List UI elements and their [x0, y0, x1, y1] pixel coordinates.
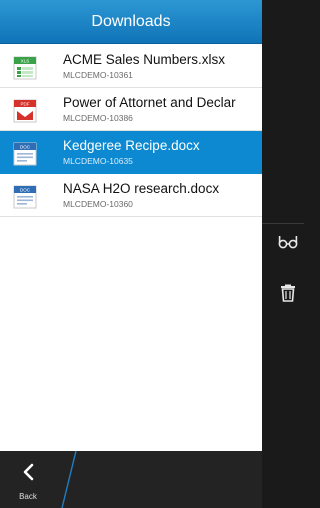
- docx-document-icon: DOC: [13, 142, 37, 166]
- downloads-screen: Downloads XLS ACME Sales Numbers.xlsx ML…: [0, 0, 262, 508]
- list-item[interactable]: DOC NASA H2O research.docx MLCDEMO-10360: [0, 174, 262, 217]
- delete-button[interactable]: [278, 283, 298, 303]
- downloads-list: XLS ACME Sales Numbers.xlsx MLCDEMO-1036…: [0, 45, 262, 217]
- docx-document-icon: DOC: [13, 185, 37, 209]
- file-name: Kedgeree Recipe.docx: [63, 138, 200, 153]
- chevron-left-icon: [23, 463, 34, 481]
- read-button[interactable]: [278, 233, 298, 253]
- bar-divider: [61, 451, 77, 508]
- file-id: MLCDEMO-10360: [63, 199, 133, 209]
- panel-divider: [262, 223, 304, 224]
- file-id: MLCDEMO-10361: [63, 70, 133, 80]
- back-label: Back: [19, 492, 37, 501]
- file-type-label: PDF: [21, 102, 30, 107]
- file-type-label: DOC: [20, 188, 31, 193]
- file-name: ACME Sales Numbers.xlsx: [63, 52, 226, 67]
- action-bar: Back: [0, 451, 262, 508]
- file-id: MLCDEMO-10386: [63, 113, 133, 123]
- action-panel: [262, 0, 304, 508]
- file-id: MLCDEMO-10635: [63, 156, 133, 166]
- trash-icon: [281, 284, 295, 302]
- list-item[interactable]: PDF Power of Attornet and Declar MLCDEMO…: [0, 88, 262, 131]
- list-item-selected[interactable]: DOC Kedgeree Recipe.docx MLCDEMO-10635: [0, 131, 262, 174]
- file-type-label: XLS: [21, 59, 30, 64]
- file-name: Power of Attornet and Declar: [63, 95, 236, 110]
- list-item[interactable]: XLS ACME Sales Numbers.xlsx MLCDEMO-1036…: [0, 45, 262, 88]
- read-glasses-icon: [278, 236, 298, 249]
- pdf-document-icon: PDF: [13, 99, 37, 123]
- xlsx-document-icon: XLS: [13, 56, 37, 80]
- file-name: NASA H2O research.docx: [63, 181, 220, 196]
- page-title: Downloads: [91, 13, 171, 30]
- file-type-label: DOC: [20, 145, 31, 150]
- title-bar: Downloads: [0, 0, 262, 44]
